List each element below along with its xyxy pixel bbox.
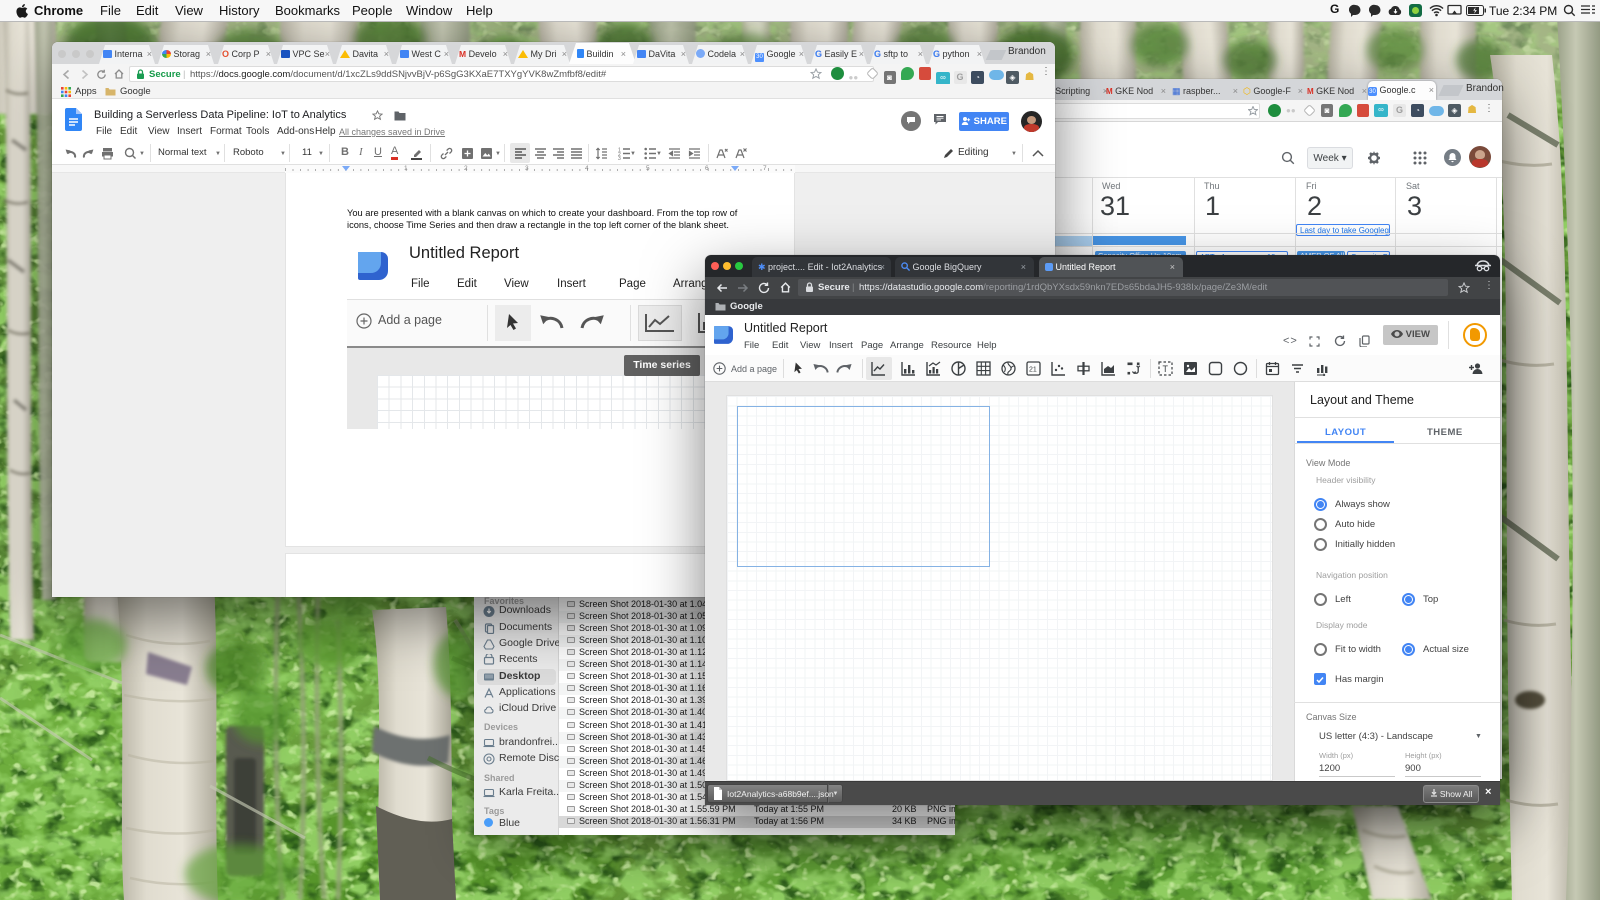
svg-text:T: T — [1163, 364, 1169, 374]
svg-text:21: 21 — [1029, 367, 1037, 374]
svg-text:3: 3 — [618, 156, 621, 160]
